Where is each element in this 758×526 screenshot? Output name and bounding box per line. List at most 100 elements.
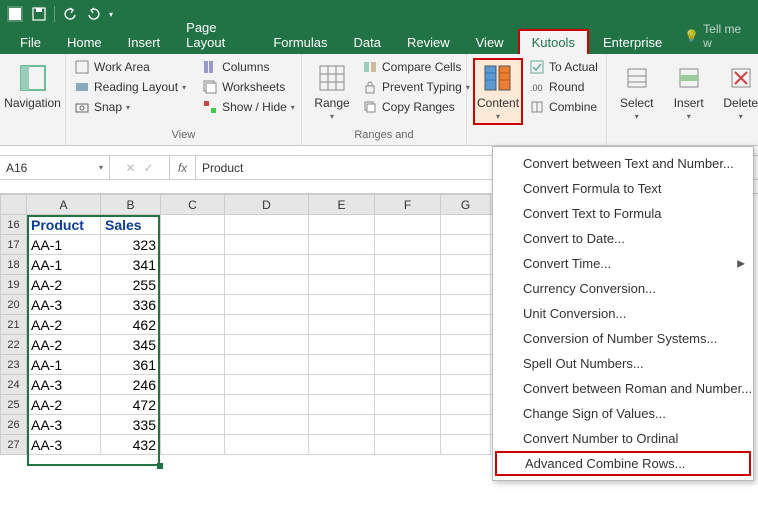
redo-icon[interactable] (85, 5, 103, 23)
cell[interactable] (161, 295, 225, 315)
reading-layout-button[interactable]: Reading Layout▾ (72, 78, 188, 96)
dropdown-item[interactable]: Advanced Combine Rows... (495, 451, 751, 476)
cell[interactable]: AA-3 (27, 295, 101, 315)
cell[interactable] (441, 255, 491, 275)
show-hide-button[interactable]: Show / Hide▾ (200, 98, 297, 116)
cell[interactable] (309, 435, 375, 455)
cell[interactable] (161, 415, 225, 435)
dropdown-item[interactable]: Convert between Roman and Number... (493, 376, 753, 401)
save-icon[interactable] (30, 5, 48, 23)
cell[interactable] (375, 215, 441, 235)
cell[interactable]: AA-1 (27, 355, 101, 375)
cell[interactable] (309, 295, 375, 315)
cell[interactable] (375, 275, 441, 295)
column-header[interactable]: B (101, 195, 161, 215)
cell[interactable] (375, 415, 441, 435)
tab-page-layout[interactable]: Page Layout (174, 16, 259, 54)
cell[interactable]: AA-2 (27, 395, 101, 415)
cell[interactable] (161, 395, 225, 415)
cell[interactable] (441, 435, 491, 455)
columns-button[interactable]: Columns (200, 58, 297, 76)
cell[interactable] (309, 395, 375, 415)
prevent-typing-button[interactable]: Prevent Typing▾ (360, 78, 472, 96)
cell[interactable] (375, 335, 441, 355)
cell[interactable] (441, 415, 491, 435)
dropdown-item[interactable]: Unit Conversion... (493, 301, 753, 326)
content-dropdown-button[interactable]: Content ▾ (473, 58, 523, 125)
dropdown-item[interactable]: Convert Number to Ordinal (493, 426, 753, 451)
row-header[interactable]: 22 (1, 335, 27, 355)
row-header[interactable]: 23 (1, 355, 27, 375)
delete-button[interactable]: Delete▾ (717, 58, 758, 125)
row-header[interactable]: 18 (1, 255, 27, 275)
dropdown-item[interactable]: Convert Text to Formula (493, 201, 753, 226)
cell[interactable] (375, 255, 441, 275)
cell[interactable]: Sales (101, 215, 161, 235)
cell[interactable] (225, 375, 309, 395)
cell[interactable] (309, 335, 375, 355)
fx-button[interactable]: fx (170, 156, 196, 179)
range-button[interactable]: Range ▾ (308, 58, 356, 125)
cell[interactable] (309, 375, 375, 395)
cell[interactable] (375, 435, 441, 455)
snap-button[interactable]: Snap▾ (72, 98, 188, 116)
cell[interactable]: AA-3 (27, 415, 101, 435)
tab-home[interactable]: Home (55, 31, 114, 54)
cell[interactable] (225, 355, 309, 375)
cell[interactable] (225, 295, 309, 315)
navigation-button[interactable]: Navigation (6, 58, 59, 114)
column-header[interactable]: C (161, 195, 225, 215)
cell[interactable] (161, 235, 225, 255)
cell[interactable] (309, 215, 375, 235)
cell[interactable]: Product (27, 215, 101, 235)
row-header[interactable]: 19 (1, 275, 27, 295)
tab-insert[interactable]: Insert (116, 31, 173, 54)
dropdown-item[interactable]: Convert Time...▶ (493, 251, 753, 276)
column-header[interactable]: G (441, 195, 491, 215)
cell[interactable] (309, 315, 375, 335)
cell[interactable]: AA-3 (27, 435, 101, 455)
cell[interactable] (441, 215, 491, 235)
combine-button[interactable]: Combine (527, 98, 600, 116)
cell[interactable] (309, 235, 375, 255)
cell[interactable]: 462 (101, 315, 161, 335)
cell[interactable] (441, 315, 491, 335)
row-header[interactable]: 16 (1, 215, 27, 235)
column-header[interactable]: F (375, 195, 441, 215)
select-button[interactable]: Select▾ (613, 58, 661, 125)
round-button[interactable]: .00Round (527, 78, 600, 96)
cell[interactable] (161, 375, 225, 395)
fill-handle[interactable] (157, 463, 163, 469)
row-header[interactable]: 27 (1, 435, 27, 455)
name-box[interactable]: A16 ▾ (0, 156, 110, 179)
cell[interactable]: AA-3 (27, 375, 101, 395)
dropdown-item[interactable]: Convert to Date... (493, 226, 753, 251)
tab-data[interactable]: Data (342, 31, 393, 54)
cell[interactable] (161, 435, 225, 455)
cell[interactable] (441, 335, 491, 355)
dropdown-item[interactable]: Convert between Text and Number... (493, 151, 753, 176)
worksheets-button[interactable]: Worksheets (200, 78, 297, 96)
cell[interactable] (375, 395, 441, 415)
cell[interactable]: AA-2 (27, 275, 101, 295)
cell[interactable] (225, 275, 309, 295)
cell[interactable] (225, 315, 309, 335)
row-header[interactable]: 17 (1, 235, 27, 255)
cell[interactable]: 472 (101, 395, 161, 415)
copy-ranges-button[interactable]: Copy Ranges (360, 98, 472, 116)
cell[interactable] (161, 335, 225, 355)
tab-review[interactable]: Review (395, 31, 462, 54)
cell[interactable] (441, 375, 491, 395)
cell[interactable] (225, 215, 309, 235)
dropdown-item[interactable]: Currency Conversion... (493, 276, 753, 301)
cell[interactable] (375, 235, 441, 255)
cell[interactable] (161, 215, 225, 235)
compare-cells-button[interactable]: Compare Cells (360, 58, 472, 76)
cell[interactable] (161, 315, 225, 335)
cell[interactable]: 255 (101, 275, 161, 295)
cell[interactable]: 335 (101, 415, 161, 435)
tab-formulas[interactable]: Formulas (261, 31, 339, 54)
cell[interactable] (375, 295, 441, 315)
cell[interactable] (309, 355, 375, 375)
column-header[interactable]: E (309, 195, 375, 215)
